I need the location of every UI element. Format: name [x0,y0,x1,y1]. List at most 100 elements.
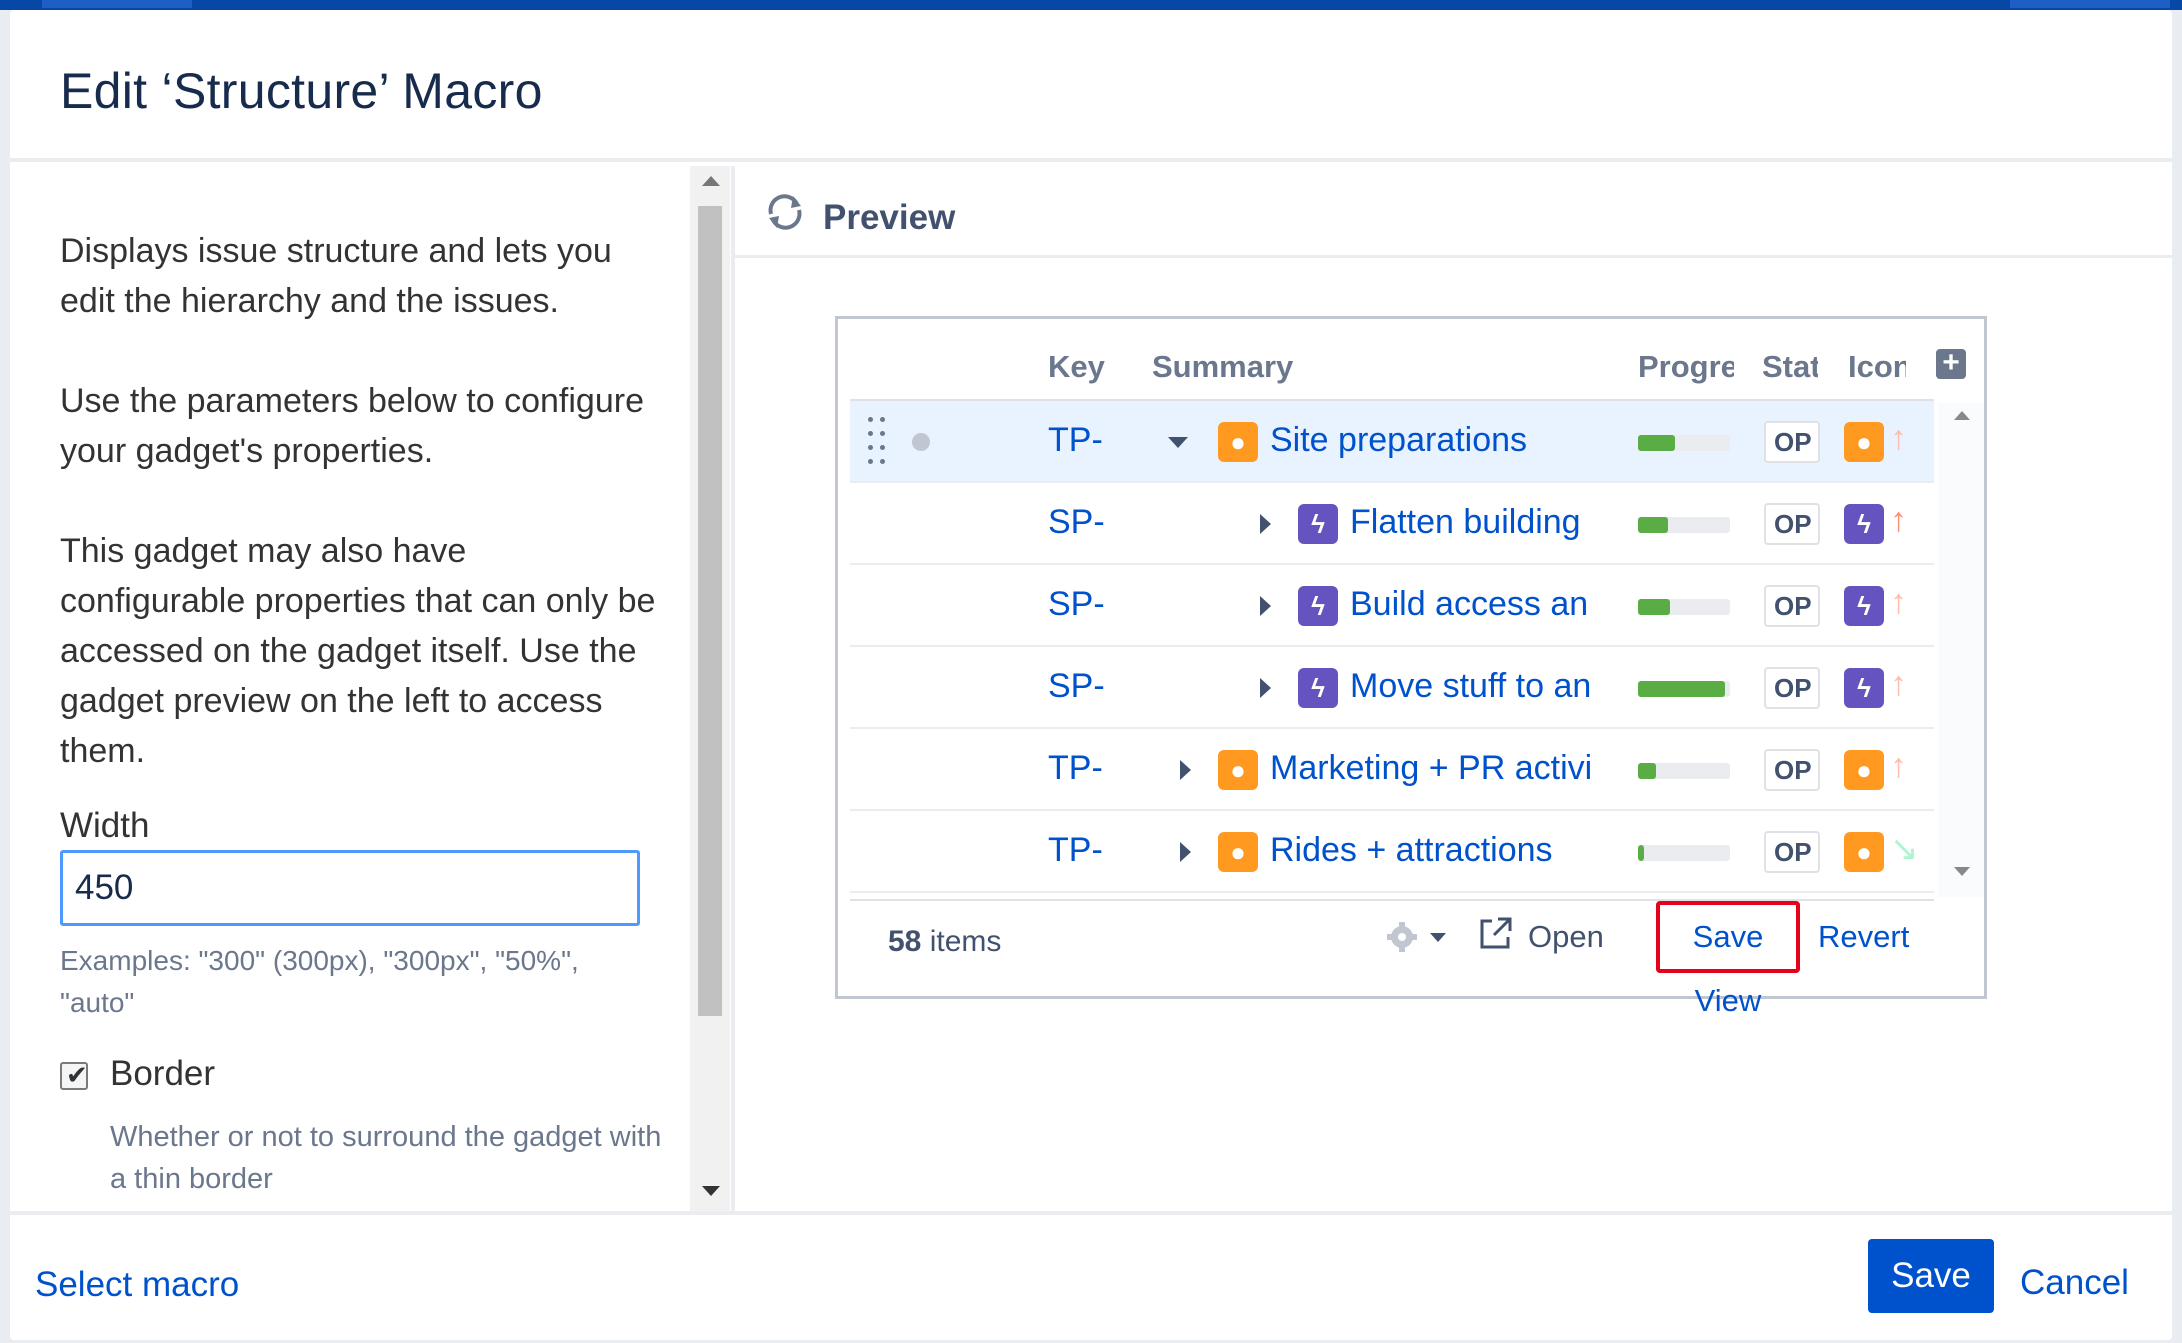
issue-summary[interactable]: Rides + attractions [1270,831,1622,870]
issue-key[interactable]: SP- [1048,667,1105,706]
epic-icon: ϟ [1298,504,1338,544]
gadget-scroll-down-icon[interactable] [1954,867,1970,876]
issue-summary[interactable]: Flatten building [1350,503,1622,542]
idea-icon: ● [1218,832,1258,872]
structure-gadget: Key Summary Progre Stat Icon + TP- ● Sit… [835,316,1987,1018]
width-examples: Examples: "300" (300px), "300px", "50%",… [60,945,579,1018]
gadget-scrollbar[interactable] [1938,403,1984,897]
save-button[interactable]: Save [1868,1239,1994,1313]
description-paragraph-1: Displays issue structure and lets you ed… [60,232,612,320]
issue-summary[interactable]: Site preparations [1270,421,1620,460]
items-count-number: 58 [888,925,922,958]
preview-panel: Preview Key Summary Progre Stat Icon + T… [735,166,2172,1211]
border-description: Whether or not to surround the gadget wi… [110,1121,662,1195]
width-label: Width [60,806,150,845]
preview-title: Preview [823,198,956,237]
status-badge[interactable]: OP [1764,749,1820,791]
table-row[interactable]: TP- ● Marketing + PR activi OP ● ↑ [850,729,1934,811]
issue-key[interactable]: TP- [1048,421,1103,460]
parameters-scrollbar[interactable] [690,166,730,1211]
progress-bar [1638,517,1730,533]
issue-key[interactable]: SP- [1048,503,1105,542]
epic-icon: ϟ [1298,586,1338,626]
idea-icon: ● [1218,750,1258,790]
open-link[interactable]: Open [1528,919,1604,955]
scroll-down-icon[interactable] [702,1186,720,1196]
table-row[interactable]: TP- ● Rides + attractions OP ● ↘ [850,811,1934,893]
row-indicator [912,433,930,451]
idea-icon: ● [1218,422,1258,462]
table-row[interactable]: SP- ϟ Move stuff to an OP ϟ ↑ [850,647,1934,729]
scroll-up-icon[interactable] [702,176,720,186]
width-input[interactable] [60,850,640,926]
issue-key[interactable]: SP- [1048,585,1105,624]
progress-fill [1638,845,1644,861]
border-label[interactable]: Border [110,1054,215,1094]
progress-fill [1638,517,1669,533]
progress-fill [1638,763,1657,779]
preview-header: Preview [735,166,2172,258]
column-status[interactable]: Stat [1762,349,1818,385]
expand-icon[interactable] [1260,678,1271,698]
items-count: 58 items [888,925,1001,959]
status-badge[interactable]: OP [1764,503,1820,545]
edit-macro-dialog: Edit ‘Structure’ Macro Displays issue st… [10,10,2172,1340]
cancel-button[interactable]: Cancel [2020,1263,2129,1303]
border-checkbox[interactable]: ✔ [60,1060,88,1090]
issue-summary[interactable]: Move stuff to an [1350,667,1622,706]
revert-link[interactable]: Revert [1818,919,1909,955]
epic-icon: ϟ [1844,668,1884,708]
priority-arrow-icon: ↘ [1890,830,1919,868]
open-external-icon[interactable] [1478,915,1514,951]
progress-bar [1638,435,1730,451]
priority-arrow-icon: ↑ [1890,583,1907,621]
column-icon[interactable]: Icon [1848,349,1906,385]
column-summary[interactable]: Summary [1152,349,1293,385]
refresh-icon[interactable] [763,190,807,234]
epic-icon: ϟ [1844,586,1884,626]
settings-gear-icon[interactable] [1386,917,1456,957]
priority-arrow-icon: ↑ [1890,747,1907,785]
description-paragraph-3: This gadget may also have configurable p… [60,532,656,770]
save-view-button[interactable]: Save View [1656,901,1800,1018]
description-paragraph-2: Use the parameters below to configure yo… [60,382,644,470]
add-column-icon[interactable]: + [1936,348,1966,379]
epic-icon: ϟ [1844,504,1884,544]
column-key[interactable]: Key [1048,349,1105,385]
expand-icon[interactable] [1180,842,1191,862]
dialog-footer: Select macro Save Cancel [10,1211,2172,1340]
drag-handle-icon[interactable] [868,417,888,467]
idea-icon: ● [1844,422,1884,462]
issue-key[interactable]: TP- [1048,749,1103,788]
progress-fill [1638,599,1671,615]
issue-summary[interactable]: Build access an [1350,585,1622,624]
table-row[interactable]: SP- ϟ Flatten building OP ϟ ↑ [850,483,1934,565]
checkmark-icon: ✔ [66,1060,88,1090]
progress-bar [1638,845,1730,861]
issue-key[interactable]: TP- [1048,831,1103,870]
issue-summary[interactable]: Marketing + PR activi [1270,749,1622,788]
idea-icon: ● [1844,750,1884,790]
table-row[interactable]: SP- ϟ Build access an OP ϟ ↑ [850,565,1934,647]
status-badge[interactable]: OP [1764,667,1820,709]
status-badge[interactable]: OP [1764,421,1820,463]
progress-fill [1638,681,1726,697]
parameters-panel: Displays issue structure and lets you ed… [10,166,730,1211]
column-progress[interactable]: Progre [1638,349,1734,385]
progress-bar [1638,681,1730,697]
priority-arrow-icon: ↑ [1890,665,1907,703]
gadget-scroll-up-icon[interactable] [1954,411,1970,420]
scrollbar-thumb[interactable] [698,206,722,1016]
select-macro-link[interactable]: Select macro [35,1265,239,1305]
expand-icon[interactable] [1260,596,1271,616]
table-row[interactable]: TP- ● Site preparations OP ● ↑ [850,401,1934,483]
status-badge[interactable]: OP [1764,831,1820,873]
progress-fill [1638,435,1675,451]
progress-bar [1638,763,1730,779]
expand-icon[interactable] [1180,760,1191,780]
progress-bar [1638,599,1730,615]
collapse-icon[interactable] [1168,437,1188,448]
search-bg [2010,0,2170,8]
expand-icon[interactable] [1260,514,1271,534]
status-badge[interactable]: OP [1764,585,1820,627]
